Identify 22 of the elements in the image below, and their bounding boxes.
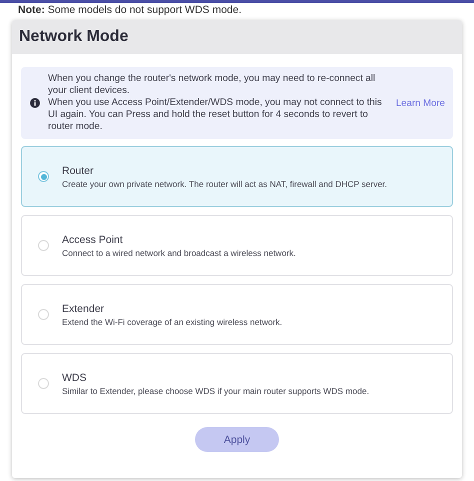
mode-description: Connect to a wired network and broadcast a wireless network. — [62, 248, 296, 258]
info-icon — [30, 98, 40, 108]
panel-title: Network Mode — [19, 28, 128, 46]
mode-title: WDS — [62, 372, 88, 384]
mode-option[interactable]: WDS Similar to Extender, please choose WDS if your main router supports WDS mode. — [21, 353, 453, 414]
mode-option[interactable]: Access Point Connect to a wired network and broadcast a wireless network. — [21, 215, 453, 276]
mode-title: Access Point — [62, 234, 124, 246]
radio-button[interactable] — [38, 171, 49, 182]
learn-more-link[interactable]: Learn More — [396, 98, 445, 108]
info-text: When you change the router's network mode, you may need to re-connect all your client devices. — [48, 73, 376, 97]
mode-option[interactable]: Extender Extend the Wi-Fi coverage of an existing wireless network. — [21, 284, 453, 345]
radio-button[interactable] — [38, 378, 49, 389]
mode-title: Router — [62, 164, 95, 176]
mode-description: Create your own private network. The router will act as NAT, firewall and DHCP server. — [62, 178, 388, 188]
mode-description: Extend the Wi-Fi coverage of an existing wireless network. — [62, 316, 282, 326]
radio-button[interactable] — [38, 240, 49, 251]
info-text: When you use Access Point/Extender/WDS mode, you may not connect to this UI again. You can Press and hold the reset button for 4 seconds to revert to router mode. — [48, 97, 383, 133]
note-text: Note: Some models do not support WDS mode. — [17, 3, 243, 17]
mode-title: Extender — [62, 302, 106, 314]
mode-option[interactable]: Router Create your own private network. The router will act as NAT, firewall and DHCP server. — [21, 146, 453, 207]
mode-description: Similar to Extender, please choose WDS if your main router supports WDS mode. — [62, 386, 370, 396]
radio-button[interactable] — [38, 309, 49, 320]
